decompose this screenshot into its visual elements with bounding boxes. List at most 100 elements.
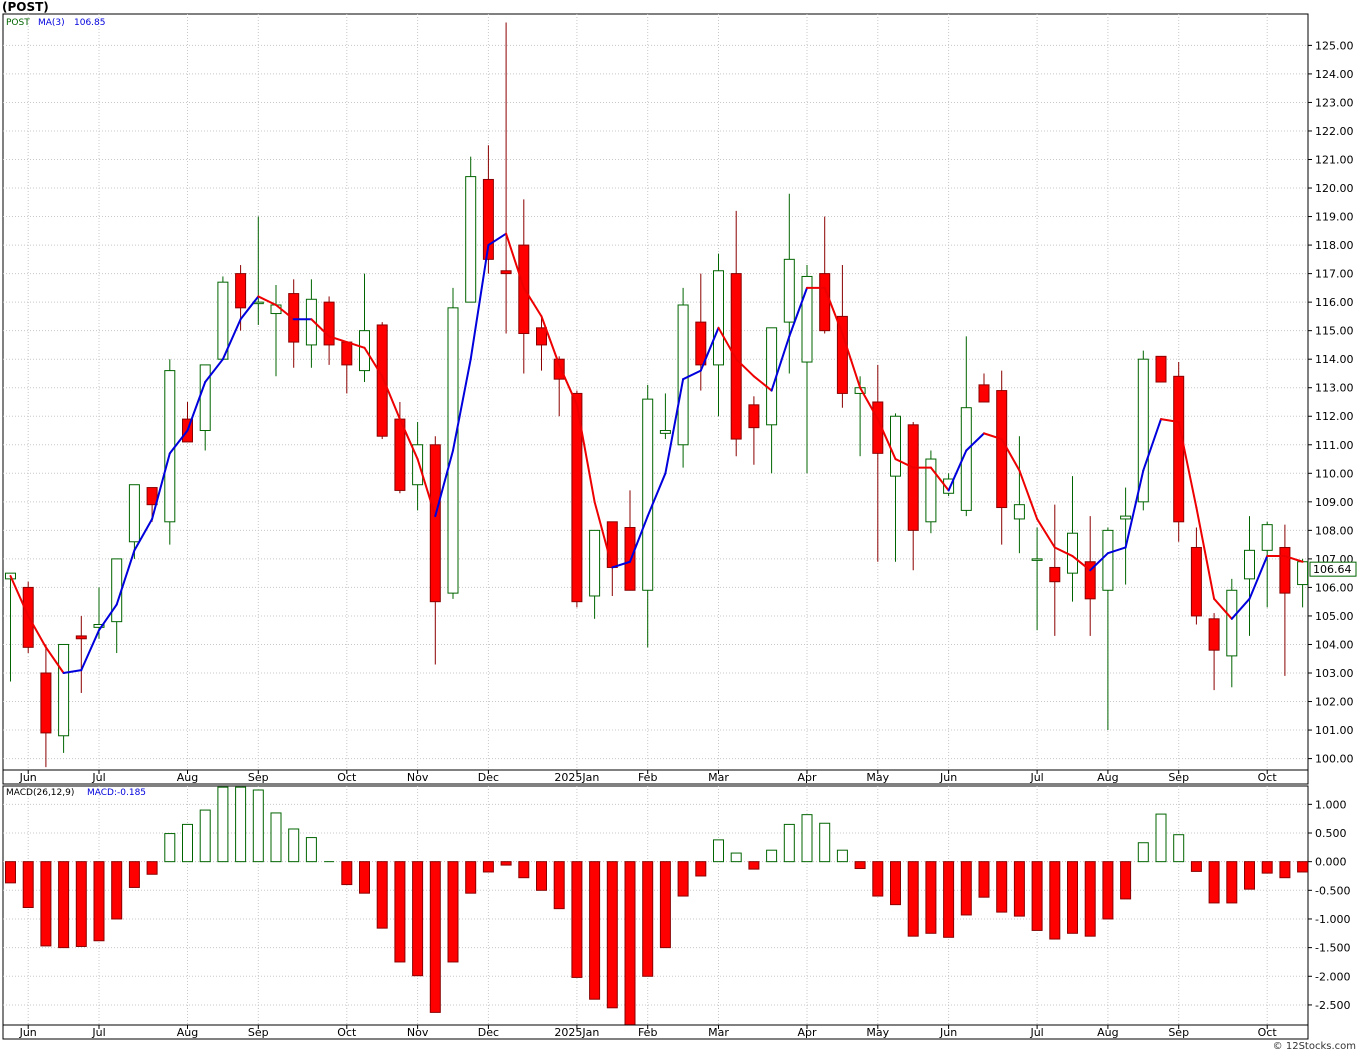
macd-bar <box>624 861 636 1026</box>
candle-body <box>783 258 795 323</box>
macd-x-tick-label: Sep <box>248 1026 269 1039</box>
candle-body <box>677 304 689 446</box>
price-y-tick-label: 111.00 <box>1315 439 1354 452</box>
macd-x-tick-label: Dec <box>478 1026 499 1039</box>
price-y-tick-label: 106.00 <box>1315 581 1354 594</box>
macd-bar <box>1190 861 1202 872</box>
macd-bar <box>359 861 370 894</box>
candle-body <box>713 270 724 366</box>
price-x-tick-label: Dec <box>478 771 499 784</box>
macd-x-tick-label: Jul <box>91 1026 105 1039</box>
macd-x-tick-label: Jun <box>19 1026 37 1039</box>
macd-x-tick-label: Oct <box>337 1026 357 1039</box>
macd-bar <box>819 822 831 863</box>
candle-body <box>359 330 370 372</box>
macd-x-tick-label: 2025Jan <box>554 1026 599 1039</box>
candle-body <box>659 430 671 434</box>
macd-legend-value: MACD:-0.185 <box>87 788 146 798</box>
price-y-tick-label: 103.00 <box>1315 667 1354 680</box>
macd-bar <box>553 861 565 910</box>
price-x-tick-label: Oct <box>1258 771 1278 784</box>
macd-bar <box>341 861 353 886</box>
macd-bar <box>1120 861 1132 900</box>
price-y-tick-label: 109.00 <box>1315 496 1354 509</box>
price-y-tick-label: 114.00 <box>1315 353 1354 366</box>
macd-bar <box>854 861 866 870</box>
candle-body <box>536 327 547 346</box>
macd-bar <box>960 861 972 916</box>
macd-bar <box>376 861 388 929</box>
candle-body <box>819 273 831 332</box>
macd-bar <box>1049 861 1061 940</box>
macd-bar <box>677 861 689 897</box>
candle-body <box>1031 558 1043 561</box>
candle-body <box>836 315 848 394</box>
candle-body <box>199 364 211 432</box>
candle-body <box>164 370 176 523</box>
price-x-tick-label: Apr <box>797 771 817 784</box>
macd-bar <box>1013 861 1025 917</box>
price-x-tick-label: Aug <box>1097 771 1118 784</box>
macd-bar <box>589 861 601 1000</box>
macd-bar <box>1297 861 1309 873</box>
price-x-tick-label: Jun <box>939 771 957 784</box>
macd-bar <box>659 861 671 949</box>
price-y-tick-label: 104.00 <box>1315 638 1354 651</box>
candle-body <box>146 487 158 506</box>
macd-bar <box>1173 834 1185 863</box>
candle-body <box>1297 561 1309 586</box>
price-y-tick-label: 110.00 <box>1315 467 1354 480</box>
candle-body <box>1137 358 1149 503</box>
price-y-tick-label: 120.00 <box>1315 182 1354 195</box>
macd-bar <box>22 861 34 909</box>
candle-body <box>642 398 654 591</box>
macd-bar <box>872 861 884 897</box>
macd-x-tick-label: Feb <box>638 1026 657 1039</box>
price-y-tick-label: 123.00 <box>1315 96 1354 109</box>
candle-body <box>394 418 406 491</box>
candle-body <box>624 527 636 591</box>
candle-body <box>695 321 707 366</box>
macd-bar <box>996 861 1008 913</box>
candle-body <box>58 643 70 737</box>
macd-y-tick-label: -2.000 <box>1315 970 1350 983</box>
macd-bar <box>518 861 530 879</box>
price-y-tick-label: 102.00 <box>1315 696 1354 709</box>
candle-body <box>907 424 919 531</box>
candle-body <box>766 327 778 426</box>
price-y-tick-label: 113.00 <box>1315 382 1354 395</box>
macd-bar <box>465 861 477 894</box>
price-x-tick-label: May <box>866 771 889 784</box>
candle-body <box>465 176 477 303</box>
macd-bar <box>713 839 724 863</box>
candle-body <box>1013 504 1025 520</box>
price-y-tick-label: 116.00 <box>1315 296 1354 309</box>
macd-y-tick-label: 1.000 <box>1315 798 1347 811</box>
price-y-tick-label: 118.00 <box>1315 239 1354 252</box>
price-y-tick-label: 125.00 <box>1315 39 1354 52</box>
macd-legend-label: MACD(26,12,9) <box>6 788 74 798</box>
candle-body <box>1208 618 1220 651</box>
candle-body <box>500 270 512 275</box>
candle-body <box>748 404 760 429</box>
price-x-tick-label: Feb <box>638 771 657 784</box>
macd-bar <box>1279 861 1291 879</box>
candle-body <box>1173 375 1185 523</box>
macd-bar <box>1031 861 1043 931</box>
macd-x-tick-label: Sep <box>1168 1026 1189 1039</box>
price-legend-ma-label: MA(3) <box>38 18 65 28</box>
macd-x-tick-label: Mar <box>708 1026 729 1039</box>
macd-bar <box>695 861 707 877</box>
price-y-tick-label: 112.00 <box>1315 410 1354 423</box>
macd-bar <box>730 852 742 863</box>
candle <box>376 322 388 440</box>
macd-bar <box>199 809 211 863</box>
macd-y-tick-label: -1.000 <box>1315 913 1350 926</box>
candle-body <box>75 635 87 640</box>
macd-bar <box>571 861 583 978</box>
price-y-tick-label: 122.00 <box>1315 125 1354 138</box>
candle-body <box>978 384 990 403</box>
candle <box>1155 355 1167 383</box>
price-x-tick-label: Mar <box>708 771 729 784</box>
macd-bar <box>1155 813 1167 863</box>
